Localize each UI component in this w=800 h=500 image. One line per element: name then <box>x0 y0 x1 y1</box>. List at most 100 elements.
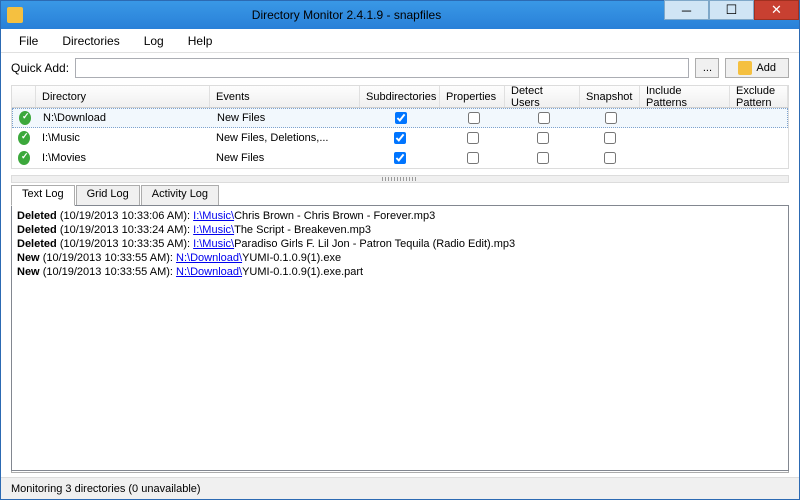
log-path-link[interactable]: N:\Download\ <box>176 266 242 278</box>
menubar: FileDirectoriesLogHelp <box>1 29 799 53</box>
events-cell: New Files, Deletions,... <box>210 130 360 146</box>
th-directory[interactable]: Directory <box>36 86 210 107</box>
subdirectories-checkbox[interactable] <box>395 112 407 124</box>
subdirectories-cell <box>361 110 441 126</box>
th-snapshot[interactable]: Snapshot <box>580 86 640 107</box>
quick-add-input[interactable] <box>75 58 689 78</box>
table-row[interactable]: I:\MusicNew Files, Deletions,... <box>12 128 788 148</box>
log-panel: Text LogGrid LogActivity Log Deleted (10… <box>11 185 789 471</box>
subdirectories-cell <box>360 150 440 166</box>
log-timestamp: (10/19/2013 10:33:06 AM): <box>60 210 190 222</box>
panel-bottom-border <box>11 471 789 473</box>
status-cell <box>12 149 36 167</box>
log-event: Deleted <box>17 210 57 222</box>
titlebar[interactable]: Directory Monitor 2.4.1.9 - snapfiles ─ … <box>1 1 799 29</box>
properties-checkbox[interactable] <box>467 132 479 144</box>
splitter-grip-icon <box>382 177 418 181</box>
window-title: Directory Monitor 2.4.1.9 - snapfiles <box>29 8 664 22</box>
status-cell <box>13 109 37 127</box>
tab-activity-log[interactable]: Activity Log <box>141 185 219 205</box>
log-path-link[interactable]: I:\Music\ <box>193 210 234 222</box>
app-icon <box>7 7 23 23</box>
events-cell: New Files <box>210 150 360 166</box>
menu-help[interactable]: Help <box>178 31 223 51</box>
properties-checkbox[interactable] <box>468 112 480 124</box>
quick-add-label: Quick Add: <box>11 61 69 75</box>
log-event: New <box>17 252 40 264</box>
table-row[interactable]: N:\DownloadNew Files <box>12 108 788 128</box>
log-line: Deleted (10/19/2013 10:33:06 AM): I:\Mus… <box>17 209 783 223</box>
events-cell: New Files <box>211 110 361 126</box>
snapshot-checkbox[interactable] <box>604 132 616 144</box>
snapshot-cell <box>580 130 640 146</box>
detect-users-checkbox[interactable] <box>537 152 549 164</box>
snapshot-checkbox[interactable] <box>605 112 617 124</box>
tab-text-log[interactable]: Text Log <box>11 185 75 206</box>
th-events[interactable]: Events <box>210 86 360 107</box>
detect-users-cell <box>506 110 581 126</box>
snapshot-checkbox[interactable] <box>604 152 616 164</box>
properties-checkbox[interactable] <box>467 152 479 164</box>
log-path-link[interactable]: N:\Download\ <box>176 252 242 264</box>
status-ok-icon <box>19 111 31 125</box>
detect-users-checkbox[interactable] <box>538 112 550 124</box>
log-line: Deleted (10/19/2013 10:33:24 AM): I:\Mus… <box>17 223 783 237</box>
th-status[interactable] <box>12 86 36 107</box>
maximize-button[interactable]: ☐ <box>709 0 754 20</box>
detect-users-checkbox[interactable] <box>537 132 549 144</box>
text-log-content[interactable]: Deleted (10/19/2013 10:33:06 AM): I:\Mus… <box>11 205 789 471</box>
splitter[interactable] <box>11 175 789 183</box>
detect-users-cell <box>505 130 580 146</box>
snapshot-cell <box>580 150 640 166</box>
snapshot-cell <box>581 110 641 126</box>
properties-cell <box>440 150 505 166</box>
quick-add-bar: Quick Add: ... Add <box>1 53 799 83</box>
status-ok-icon <box>18 151 30 165</box>
browse-button[interactable]: ... <box>695 58 719 78</box>
log-filename: YUMI-0.1.0.9(1).exe <box>242 252 341 264</box>
detect-users-cell <box>505 150 580 166</box>
add-button-label: Add <box>756 62 776 74</box>
statusbar: Monitoring 3 directories (0 unavailable) <box>1 477 799 499</box>
log-event: New <box>17 266 40 278</box>
directories-table: Directory Events Subdirectories Properti… <box>11 85 789 169</box>
log-line: New (10/19/2013 10:33:55 AM): N:\Downloa… <box>17 265 783 279</box>
app-window: Directory Monitor 2.4.1.9 - snapfiles ─ … <box>0 0 800 500</box>
directory-cell: I:\Movies <box>36 150 210 166</box>
th-subdirectories[interactable]: Subdirectories <box>360 86 440 107</box>
close-button[interactable]: ✕ <box>754 0 799 20</box>
properties-cell <box>440 130 505 146</box>
minimize-button[interactable]: ─ <box>664 0 709 20</box>
add-folder-icon <box>738 61 752 75</box>
log-timestamp: (10/19/2013 10:33:24 AM): <box>60 224 190 236</box>
menu-directories[interactable]: Directories <box>52 31 129 51</box>
subdirectories-checkbox[interactable] <box>394 152 406 164</box>
log-filename: Paradiso Girls F. Lil Jon - Patron Tequi… <box>234 238 515 250</box>
th-exclude-patterns[interactable]: Exclude Pattern <box>730 86 788 107</box>
directory-cell: I:\Music <box>36 130 210 146</box>
log-filename: The Script - Breakeven.mp3 <box>234 224 371 236</box>
log-line: Deleted (10/19/2013 10:33:35 AM): I:\Mus… <box>17 237 783 251</box>
menu-file[interactable]: File <box>9 31 48 51</box>
log-line: New (10/19/2013 10:33:55 AM): N:\Downloa… <box>17 251 783 265</box>
status-cell <box>12 129 36 147</box>
log-event: Deleted <box>17 224 57 236</box>
log-filename: Chris Brown - Chris Brown - Forever.mp3 <box>234 210 435 222</box>
properties-cell <box>441 110 506 126</box>
subdirectories-checkbox[interactable] <box>394 132 406 144</box>
th-detect-users[interactable]: Detect Users <box>505 86 580 107</box>
menu-log[interactable]: Log <box>134 31 174 51</box>
th-properties[interactable]: Properties <box>440 86 505 107</box>
status-text: Monitoring 3 directories (0 unavailable) <box>11 483 201 495</box>
log-timestamp: (10/19/2013 10:33:55 AM): <box>43 252 173 264</box>
window-controls: ─ ☐ ✕ <box>664 1 799 29</box>
log-event: Deleted <box>17 238 57 250</box>
log-path-link[interactable]: I:\Music\ <box>193 238 234 250</box>
th-include-patterns[interactable]: Include Patterns <box>640 86 730 107</box>
log-timestamp: (10/19/2013 10:33:35 AM): <box>60 238 190 250</box>
log-timestamp: (10/19/2013 10:33:55 AM): <box>43 266 173 278</box>
tab-grid-log[interactable]: Grid Log <box>76 185 140 205</box>
add-button[interactable]: Add <box>725 58 789 78</box>
table-row[interactable]: I:\MoviesNew Files <box>12 148 788 168</box>
log-path-link[interactable]: I:\Music\ <box>193 224 234 236</box>
